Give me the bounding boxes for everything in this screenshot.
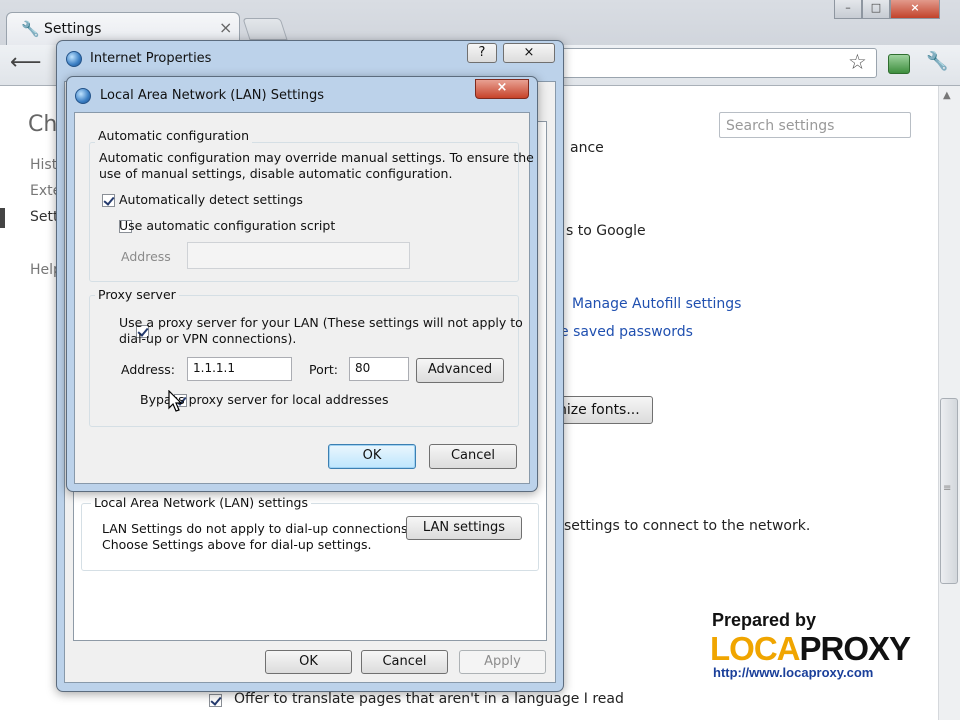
- internet-properties-globe-icon: [66, 51, 82, 67]
- auto-config-label: Automatic configuration: [95, 128, 252, 143]
- ip-ok-button[interactable]: OK: [265, 650, 352, 674]
- help-button[interactable]: ?: [467, 43, 497, 63]
- lan-dialog-close-button[interactable]: ×: [475, 79, 529, 99]
- auto-detect-label[interactable]: Automatically detect settings: [119, 192, 303, 207]
- use-script-label[interactable]: Use automatic configuration script: [119, 218, 335, 233]
- use-proxy-label-2[interactable]: dial-up or VPN connections).: [119, 331, 296, 346]
- translate-checkbox[interactable]: [209, 694, 222, 707]
- ip-cancel-button[interactable]: Cancel: [361, 650, 448, 674]
- ip-apply-button[interactable]: Apply: [459, 650, 546, 674]
- proxy-server-label: Proxy server: [95, 287, 179, 302]
- port-label: Port:: [309, 362, 338, 377]
- script-address-input: [187, 242, 410, 269]
- partial-text-ance: ance: [570, 140, 604, 156]
- auto-detect-checkbox[interactable]: [102, 194, 115, 207]
- extension-icon[interactable]: [888, 54, 910, 74]
- lan-globe-icon: [75, 88, 91, 104]
- tab-close-icon[interactable]: ×: [219, 18, 232, 37]
- saved-passwords-link[interactable]: e saved passwords: [560, 324, 693, 340]
- prepared-by-text: Prepared by: [712, 610, 817, 630]
- lan-settings-dialog: Local Area Network (LAN) Settings × Auto…: [66, 76, 538, 492]
- network-text: settings to connect to the network.: [564, 518, 811, 534]
- minimize-button[interactable]: –: [834, 0, 862, 19]
- nav-settings[interactable]: Sett: [30, 209, 58, 225]
- scroll-up-icon[interactable]: ▲: [943, 90, 951, 101]
- send-to-google-text: s to Google: [566, 223, 646, 239]
- proxy-address-input[interactable]: 1.1.1.1: [187, 357, 292, 381]
- wrench-icon: 🔧: [21, 20, 40, 38]
- mouse-cursor-icon: [168, 390, 183, 412]
- internet-properties-title: Internet Properties: [90, 51, 212, 66]
- lan-settings-button[interactable]: LAN settings: [406, 516, 522, 540]
- scroll-grip-icon: ≡: [943, 483, 952, 494]
- settings-heading: Ch: [28, 112, 58, 137]
- internet-properties-close-button[interactable]: ×: [503, 43, 555, 63]
- manage-autofill-link[interactable]: Manage Autofill settings: [572, 296, 741, 312]
- wrench-menu-icon[interactable]: 🔧: [926, 51, 948, 72]
- lan-text-1: LAN Settings do not apply to dial-up con…: [102, 521, 412, 536]
- new-tab-button[interactable]: [242, 18, 288, 40]
- tab-title: Settings: [44, 21, 102, 37]
- logo-proxy: PROXY: [799, 630, 912, 667]
- auto-config-desc-1: Automatic configuration may override man…: [99, 150, 534, 165]
- lan-group-label: Local Area Network (LAN) settings: [91, 495, 312, 510]
- star-icon[interactable]: ☆: [848, 50, 867, 74]
- lan-text-2: Choose Settings above for dial-up settin…: [102, 537, 372, 552]
- translate-offer-label: Offer to translate pages that aren't in …: [234, 691, 624, 707]
- auto-config-desc-2: use of manual settings, disable automati…: [99, 166, 453, 181]
- use-proxy-label-1[interactable]: Use a proxy server for your LAN (These s…: [119, 315, 523, 330]
- script-address-label: Address: [121, 249, 171, 264]
- close-window-button[interactable]: ×: [890, 0, 940, 19]
- logo-loca: LOCA: [710, 630, 800, 667]
- locaproxy-url: http://www.locaproxy.com: [713, 665, 874, 680]
- search-settings-input[interactable]: Search settings: [719, 112, 911, 138]
- back-arrow-icon[interactable]: ⟵: [10, 50, 42, 75]
- nav-history[interactable]: Hist: [30, 157, 57, 173]
- lan-dialog-title: Local Area Network (LAN) Settings: [100, 88, 325, 103]
- advanced-button[interactable]: Advanced: [416, 358, 504, 383]
- locaproxy-logo: LOCAPROXY: [710, 630, 912, 668]
- lan-cancel-button[interactable]: Cancel: [429, 444, 517, 469]
- lan-ok-button[interactable]: OK: [328, 444, 416, 469]
- maximize-button[interactable]: □: [862, 0, 890, 19]
- port-input[interactable]: 80: [349, 357, 409, 381]
- nav-active-marker: [0, 208, 5, 228]
- proxy-address-label: Address:: [121, 362, 175, 377]
